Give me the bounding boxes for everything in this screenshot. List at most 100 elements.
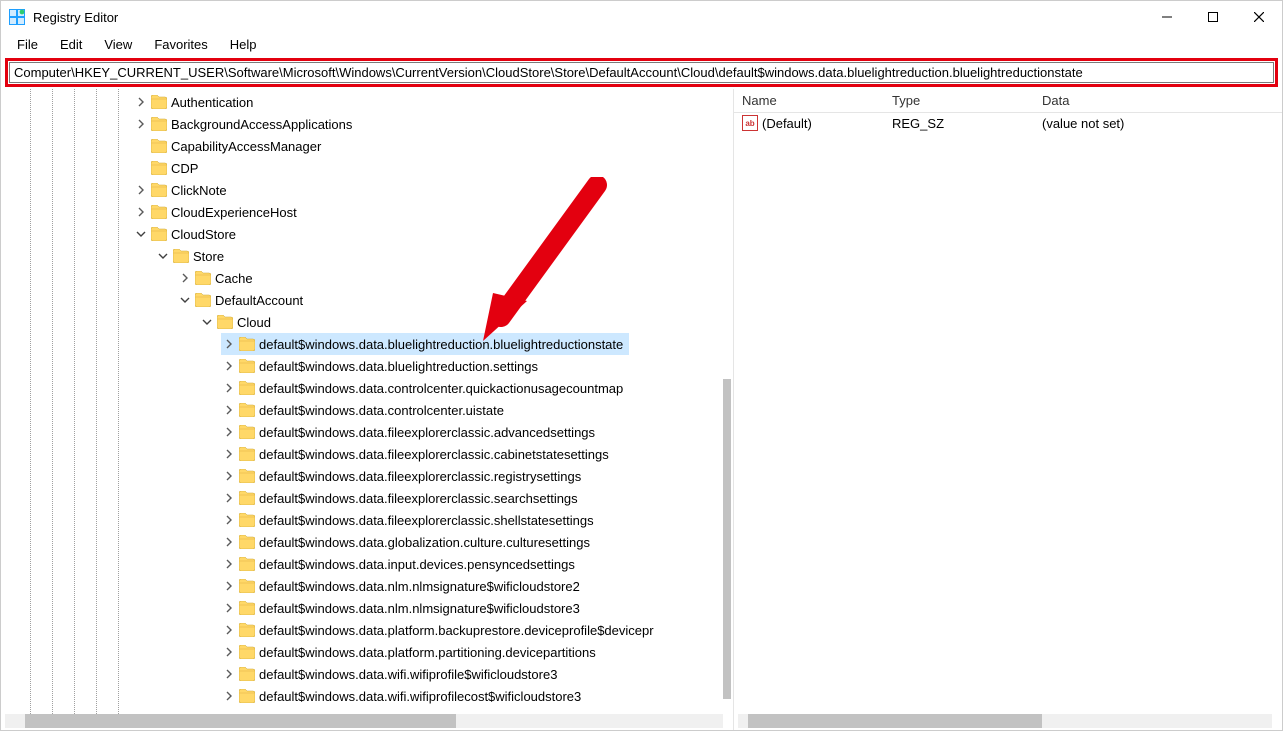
expand-toggle-icon[interactable]: [221, 578, 237, 594]
tree-node-label: CloudStore: [171, 227, 242, 242]
folder-icon: [239, 447, 255, 461]
menu-view[interactable]: View: [94, 35, 142, 54]
tree-node[interactable]: CDP: [1, 157, 733, 179]
expand-toggle-icon[interactable]: [221, 622, 237, 638]
folder-icon: [151, 161, 167, 175]
expand-toggle-icon[interactable]: [221, 358, 237, 374]
expand-toggle-icon[interactable]: [221, 402, 237, 418]
tree-node-label: default$windows.data.bluelightreduction.…: [259, 337, 629, 352]
expand-toggle-icon: [133, 160, 149, 176]
tree-node[interactable]: CloudExperienceHost: [1, 201, 733, 223]
expand-toggle-icon[interactable]: [221, 446, 237, 462]
tree-node[interactable]: default$windows.data.platform.backuprest…: [1, 619, 733, 641]
tree-node-label: default$windows.data.globalization.cultu…: [259, 535, 596, 550]
tree-node[interactable]: default$windows.data.bluelightreduction.…: [1, 355, 733, 377]
menu-favorites[interactable]: Favorites: [144, 35, 217, 54]
tree-node-label: Authentication: [171, 95, 259, 110]
tree-node-label: CloudExperienceHost: [171, 205, 303, 220]
expand-toggle-icon[interactable]: [155, 248, 171, 264]
tree-node-label: default$windows.data.controlcenter.quick…: [259, 381, 629, 396]
tree-node[interactable]: CloudStore: [1, 223, 733, 245]
tree-node[interactable]: default$windows.data.input.devices.pensy…: [1, 553, 733, 575]
tree-node[interactable]: default$windows.data.globalization.cultu…: [1, 531, 733, 553]
tree-node[interactable]: BackgroundAccessApplications: [1, 113, 733, 135]
expand-toggle-icon[interactable]: [133, 226, 149, 242]
folder-icon: [239, 667, 255, 681]
tree-node[interactable]: Cloud: [1, 311, 733, 333]
value-row[interactable]: ab(Default)REG_SZ(value not set): [734, 113, 1282, 133]
vertical-scrollbar[interactable]: [723, 379, 731, 699]
folder-icon: [151, 139, 167, 153]
expand-toggle-icon[interactable]: [177, 292, 193, 308]
tree-node[interactable]: default$windows.data.fileexplorerclassic…: [1, 421, 733, 443]
folder-icon: [239, 535, 255, 549]
tree-node[interactable]: CapabilityAccessManager: [1, 135, 733, 157]
folder-icon: [195, 271, 211, 285]
tree-node[interactable]: default$windows.data.wifi.wifiprofilecos…: [1, 685, 733, 707]
folder-icon: [239, 513, 255, 527]
expand-toggle-icon[interactable]: [221, 556, 237, 572]
tree-node[interactable]: default$windows.data.fileexplorerclassic…: [1, 509, 733, 531]
values-pane[interactable]: Name Type Data ab(Default)REG_SZ(value n…: [734, 89, 1282, 730]
tree-node[interactable]: default$windows.data.fileexplorerclassic…: [1, 443, 733, 465]
tree-node[interactable]: default$windows.data.fileexplorerclassic…: [1, 465, 733, 487]
folder-icon: [151, 117, 167, 131]
folder-icon: [239, 491, 255, 505]
col-header-name[interactable]: Name: [742, 93, 892, 108]
value-type: REG_SZ: [892, 116, 1042, 131]
expand-toggle-icon[interactable]: [133, 182, 149, 198]
tree-node[interactable]: Store: [1, 245, 733, 267]
folder-icon: [173, 249, 189, 263]
expand-toggle-icon[interactable]: [177, 270, 193, 286]
tree-node[interactable]: default$windows.data.bluelightreduction.…: [221, 333, 629, 355]
tree-node-label: BackgroundAccessApplications: [171, 117, 358, 132]
expand-toggle-icon[interactable]: [221, 336, 237, 352]
tree-node-label: CapabilityAccessManager: [171, 139, 327, 154]
horizontal-scrollbar-left[interactable]: [5, 714, 723, 728]
folder-icon: [239, 359, 255, 373]
col-header-type[interactable]: Type: [892, 93, 1042, 108]
tree-node-label: default$windows.data.controlcenter.uista…: [259, 403, 510, 418]
tree-node[interactable]: DefaultAccount: [1, 289, 733, 311]
menu-help[interactable]: Help: [220, 35, 267, 54]
expand-toggle-icon[interactable]: [221, 600, 237, 616]
expand-toggle-icon[interactable]: [221, 644, 237, 660]
expand-toggle-icon[interactable]: [221, 468, 237, 484]
expand-toggle-icon[interactable]: [133, 94, 149, 110]
expand-toggle-icon[interactable]: [221, 666, 237, 682]
tree-node[interactable]: default$windows.data.fileexplorerclassic…: [1, 487, 733, 509]
expand-toggle-icon[interactable]: [221, 688, 237, 704]
expand-toggle-icon[interactable]: [133, 204, 149, 220]
tree-node-label: default$windows.data.nlm.nlmsignature$wi…: [259, 579, 586, 594]
expand-toggle-icon[interactable]: [133, 116, 149, 132]
expand-toggle-icon[interactable]: [221, 534, 237, 550]
close-button[interactable]: [1236, 1, 1282, 33]
minimize-button[interactable]: [1144, 1, 1190, 33]
column-headers[interactable]: Name Type Data: [734, 89, 1282, 113]
address-bar[interactable]: Computer\HKEY_CURRENT_USER\Software\Micr…: [9, 62, 1274, 83]
tree-node[interactable]: default$windows.data.controlcenter.quick…: [1, 377, 733, 399]
expand-toggle-icon[interactable]: [221, 512, 237, 528]
expand-toggle-icon[interactable]: [221, 490, 237, 506]
tree-node[interactable]: default$windows.data.wifi.wifiprofile$wi…: [1, 663, 733, 685]
tree-node[interactable]: default$windows.data.controlcenter.uista…: [1, 399, 733, 421]
expand-toggle-icon[interactable]: [199, 314, 215, 330]
tree-node[interactable]: Authentication: [1, 91, 733, 113]
tree-node[interactable]: default$windows.data.platform.partitioni…: [1, 641, 733, 663]
maximize-button[interactable]: [1190, 1, 1236, 33]
tree-node[interactable]: default$windows.data.nlm.nlmsignature$wi…: [1, 597, 733, 619]
address-bar-highlight: Computer\HKEY_CURRENT_USER\Software\Micr…: [5, 58, 1278, 87]
expand-toggle-icon[interactable]: [221, 380, 237, 396]
tree-node-label: Store: [193, 249, 230, 264]
expand-toggle-icon[interactable]: [221, 424, 237, 440]
horizontal-scrollbar-right[interactable]: [738, 714, 1272, 728]
menu-edit[interactable]: Edit: [50, 35, 92, 54]
folder-icon: [239, 557, 255, 571]
tree-node[interactable]: ClickNote: [1, 179, 733, 201]
tree-node[interactable]: Cache: [1, 267, 733, 289]
tree-pane[interactable]: Authentication BackgroundAccessApplicatio…: [1, 89, 734, 730]
col-header-data[interactable]: Data: [1042, 93, 1282, 108]
folder-icon: [239, 689, 255, 703]
menu-file[interactable]: File: [7, 35, 48, 54]
tree-node[interactable]: default$windows.data.nlm.nlmsignature$wi…: [1, 575, 733, 597]
